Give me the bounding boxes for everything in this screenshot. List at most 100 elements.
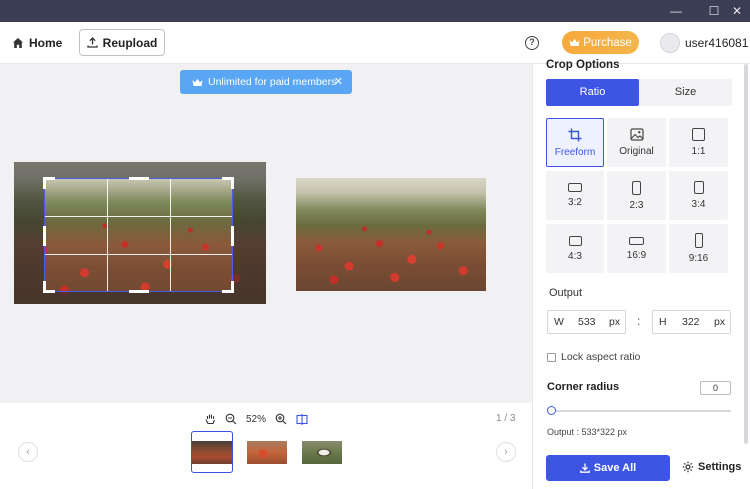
crop-mask-bottom: [44, 292, 233, 304]
help-icon[interactable]: ?: [525, 36, 539, 50]
width-value: 533: [578, 316, 596, 328]
width-prefix: W: [554, 316, 564, 328]
home-icon: [13, 38, 23, 48]
zoom-in-icon[interactable]: [275, 413, 287, 425]
corner-radius-slider[interactable]: [551, 410, 731, 412]
ratio-label: 1:1: [691, 146, 706, 157]
banner-close-icon[interactable]: ✕: [334, 75, 343, 88]
crop-mask-left: [14, 162, 44, 304]
crop-handle-right[interactable]: [231, 226, 234, 246]
height-prefix: H: [659, 316, 667, 328]
output-label: Output: [549, 287, 583, 299]
thumbnail-1[interactable]: [191, 431, 233, 473]
ratio-2-3[interactable]: 2:3: [607, 171, 666, 220]
save-all-button[interactable]: Save All: [546, 455, 670, 481]
width-unit: px: [609, 316, 621, 328]
dimension-separator: :: [637, 314, 641, 328]
corner-radius-slider-handle[interactable]: [547, 406, 556, 415]
save-all-label: Save All: [593, 462, 637, 474]
crop-mask-top: [44, 162, 233, 178]
banner-text: Unlimited for paid members: [208, 76, 337, 88]
image-icon: [629, 128, 644, 141]
ratio-options: Freeform Original 1:1 3:2 2:3 3:4 4:3 16…: [546, 118, 728, 273]
height-unit: px: [714, 316, 726, 328]
thumbnail-image: [192, 440, 232, 464]
page-indicator: 1 / 3: [496, 413, 516, 424]
crop-handle-top-left[interactable]: [43, 177, 55, 189]
height-value: 322: [682, 316, 700, 328]
lock-aspect-ratio-row[interactable]: Lock aspect ratio: [547, 351, 640, 363]
tall-rect-icon: [694, 233, 703, 248]
next-image-button[interactable]: ›: [496, 442, 516, 462]
user-account[interactable]: user416081: [660, 32, 748, 54]
crown-icon: [192, 78, 203, 86]
ratio-label: Freeform: [554, 146, 596, 158]
zoom-toolbar: 52%: [205, 411, 308, 427]
panel-title: Crop Options: [546, 59, 620, 71]
ratio-1-1[interactable]: 1:1: [669, 118, 728, 167]
home-button[interactable]: Home: [12, 34, 62, 52]
compare-icon[interactable]: [296, 413, 308, 425]
wide-rect-icon: [629, 236, 644, 245]
crop-grid-line: [107, 179, 108, 291]
crop-handle-left[interactable]: [43, 226, 46, 246]
crown-icon: [569, 38, 580, 46]
ratio-4-3[interactable]: 4:3: [546, 224, 604, 273]
upload-icon: [87, 37, 98, 48]
download-icon: [579, 463, 590, 473]
crop-box[interactable]: [43, 177, 234, 293]
ratio-original[interactable]: Original: [607, 118, 666, 167]
crop-mask-right: [233, 162, 266, 304]
reupload-label: Reupload: [102, 35, 158, 50]
ratio-label: 9:16: [688, 253, 709, 264]
portrait-rect-icon: [693, 181, 704, 194]
members-banner: Unlimited for paid members ✕: [180, 70, 352, 94]
ratio-9-16[interactable]: 9:16: [669, 224, 728, 273]
settings-label: Settings: [698, 461, 742, 473]
lock-aspect-ratio-label: Lock aspect ratio: [561, 351, 641, 363]
hand-pan-icon[interactable]: [205, 413, 216, 425]
settings-button[interactable]: Settings: [682, 461, 741, 473]
maximize-button[interactable]: ☐: [702, 0, 726, 22]
close-window-button[interactable]: ✕: [725, 0, 749, 22]
ratio-label: Original: [619, 146, 654, 157]
tab-size[interactable]: Size: [639, 79, 732, 106]
width-input[interactable]: W 533 px: [547, 310, 626, 334]
height-input[interactable]: H 322 px: [652, 310, 731, 334]
crop-handle-bottom-left[interactable]: [43, 281, 55, 293]
ratio-3-4[interactable]: 3:4: [669, 171, 728, 220]
prev-image-button[interactable]: ‹: [18, 442, 38, 462]
lock-aspect-ratio-checkbox[interactable]: [547, 352, 556, 362]
thumbnail-3[interactable]: [301, 431, 343, 473]
ratio-16-9[interactable]: 16:9: [607, 224, 666, 273]
corner-radius-input[interactable]: 0: [700, 381, 731, 395]
username: user416081: [685, 36, 749, 50]
portrait-rect-icon: [632, 180, 641, 195]
crop-icon: [568, 128, 582, 141]
crop-handle-top[interactable]: [129, 177, 149, 180]
crop-handle-top-right[interactable]: [222, 177, 234, 189]
panel-scrollbar[interactable]: [744, 64, 748, 444]
reupload-button[interactable]: Reupload: [79, 29, 165, 56]
poppy-field-preview: [296, 178, 486, 291]
crop-grid-line: [170, 179, 171, 291]
ratio-label: 16:9: [626, 249, 647, 261]
gear-icon: [682, 461, 694, 473]
crop-handle-bottom[interactable]: [129, 290, 149, 293]
thumbnail-strip: [191, 431, 343, 473]
output-info: Output : 533*322 px: [547, 427, 628, 437]
zoom-out-icon[interactable]: [225, 413, 237, 425]
purchase-button[interactable]: Purchase: [562, 31, 639, 54]
ratio-label: 3:4: [691, 199, 706, 210]
minimize-button[interactable]: —: [664, 0, 688, 22]
crop-handle-bottom-right[interactable]: [222, 281, 234, 293]
ratio-freeform[interactable]: Freeform: [546, 118, 604, 167]
purchase-label: Purchase: [583, 36, 632, 49]
crop-mode-tabs: Ratio Size: [546, 79, 732, 106]
app-header: Home Reupload ? Purchase user416081: [0, 22, 750, 64]
tab-ratio[interactable]: Ratio: [546, 79, 639, 106]
thumbnail-2[interactable]: [246, 431, 288, 473]
avatar: [660, 33, 680, 53]
square-icon: [692, 128, 705, 141]
ratio-3-2[interactable]: 3:2: [546, 171, 604, 220]
